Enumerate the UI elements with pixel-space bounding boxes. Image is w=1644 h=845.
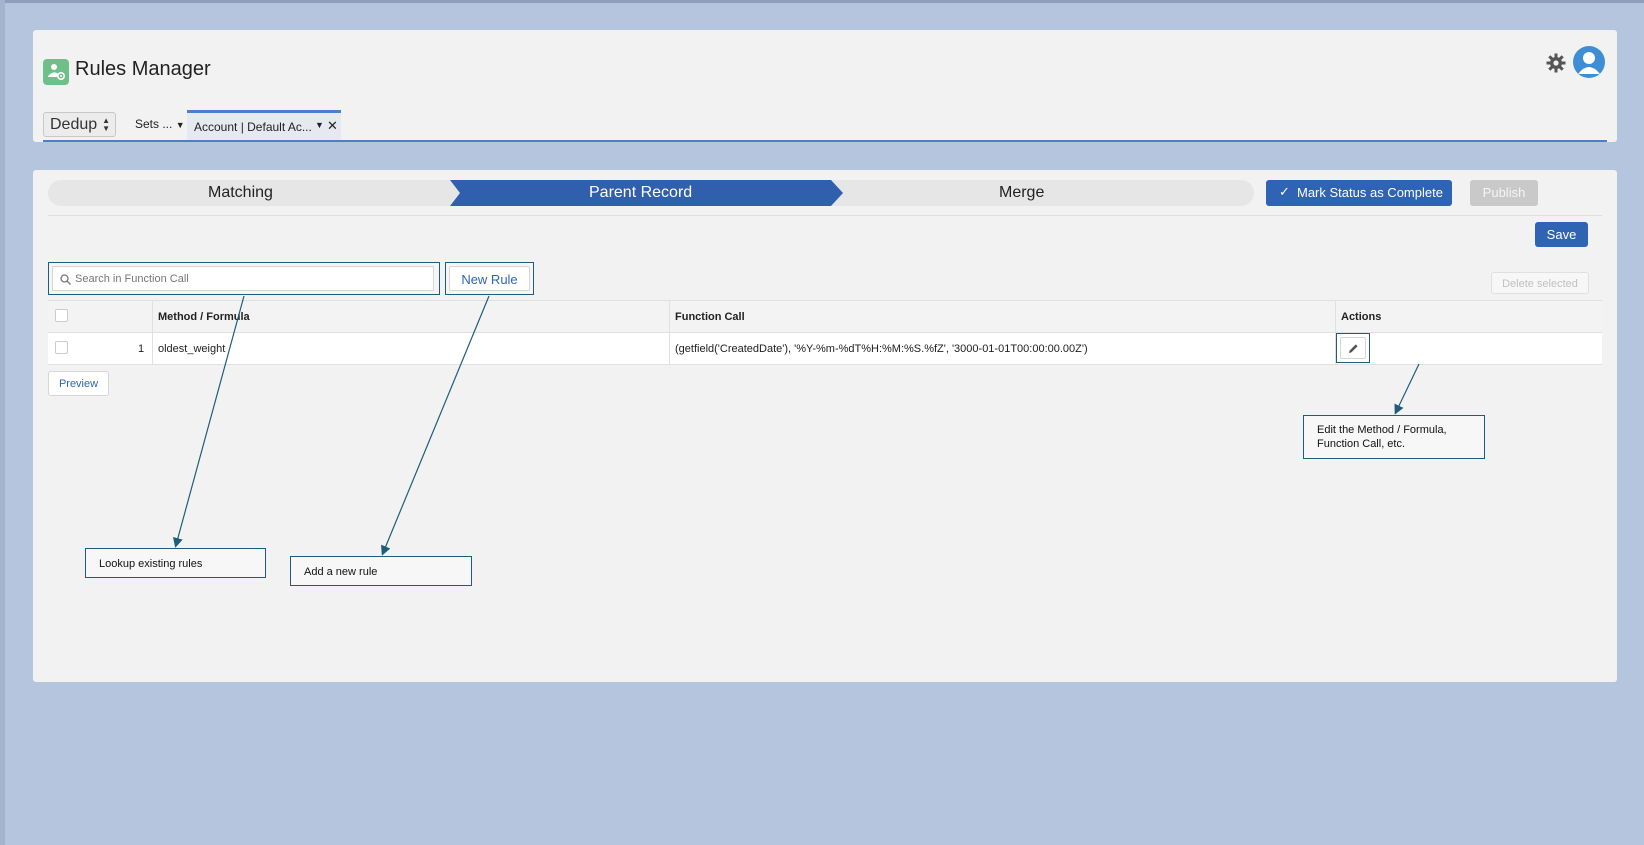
arrow-lookup <box>173 295 245 548</box>
annotation-arrows <box>173 295 1420 556</box>
arrow-edit <box>1394 363 1420 415</box>
arrow-add <box>381 295 490 556</box>
